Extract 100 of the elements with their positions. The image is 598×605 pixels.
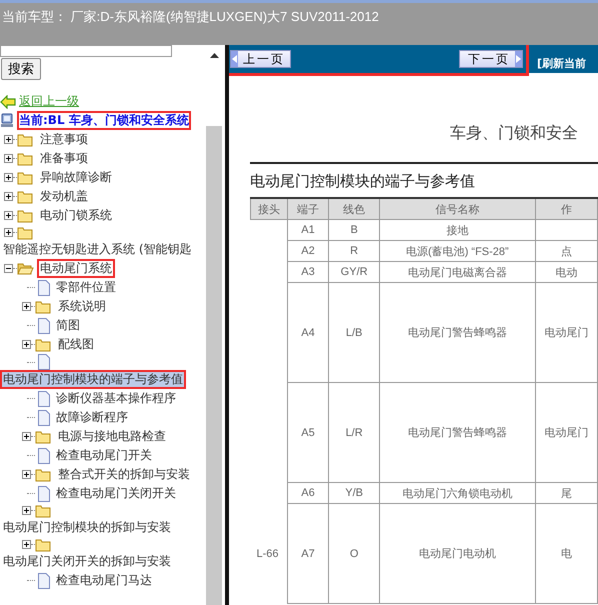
column-header: 信号名称 <box>379 198 536 220</box>
table-cell: A2 <box>287 240 329 262</box>
tree-item[interactable]: 电动尾门系统 <box>37 259 115 278</box>
expand-toggle[interactable] <box>4 154 13 163</box>
document-icon <box>37 318 50 334</box>
folder-icon <box>35 337 52 352</box>
table-cell: A7 <box>287 504 329 604</box>
table-cell: L/R <box>328 382 380 482</box>
table-cell: A5 <box>287 382 329 482</box>
table-cell: 电动尾门警告蜂鸣器 <box>379 382 536 482</box>
table-cell: 电动 <box>535 262 598 282</box>
table-cell: R <box>328 240 380 262</box>
expand-toggle[interactable] <box>4 135 13 144</box>
back-link[interactable]: 返回上一级 <box>19 94 79 109</box>
expand-toggle[interactable] <box>22 540 31 549</box>
table-cell: O <box>328 504 380 604</box>
tree-item[interactable]: 零部件位置 <box>53 278 119 297</box>
scroll-up-arrow-icon[interactable] <box>210 53 218 58</box>
table-cell: A6 <box>287 482 329 504</box>
tree-item[interactable]: 简图 <box>53 316 83 335</box>
table-cell <box>535 220 598 240</box>
folder-icon <box>35 467 52 482</box>
tree-item[interactable]: 故障诊断程序 <box>53 408 131 427</box>
tree-item[interactable]: 检查电动尾门马达 <box>53 571 155 590</box>
previous-page-button[interactable]: 上一页 <box>230 50 291 68</box>
table-cell: 电动尾门警告蜂鸣器 <box>379 282 536 382</box>
document-icon <box>37 354 50 370</box>
tree-item[interactable]: 电动尾门控制模块的拆卸与安装 <box>0 518 174 537</box>
search-field[interactable] <box>0 45 172 57</box>
table-cell: 电源(蓄电池) “FS-28” <box>379 240 536 262</box>
table-cell: 电动尾门 <box>535 282 598 382</box>
table-cell: A3 <box>287 262 329 282</box>
folder-icon <box>17 225 34 240</box>
tree-item[interactable]: 电动门锁系统 <box>37 206 115 225</box>
tree-item[interactable]: 注意事项 <box>37 130 91 149</box>
folder-icon <box>35 537 52 552</box>
table-cell: B <box>328 220 380 240</box>
table-cell: 电 <box>535 504 598 604</box>
document-icon <box>37 486 50 502</box>
tree-item[interactable]: 发动机盖 <box>37 187 91 206</box>
column-header: 接头 <box>250 198 288 220</box>
document-icon <box>37 448 50 464</box>
folder-icon <box>17 151 34 166</box>
document-icon <box>37 390 50 406</box>
expand-toggle[interactable] <box>22 302 31 311</box>
table-cell: 电动尾门电动机 <box>379 504 536 604</box>
table-cell: 电动尾门 <box>535 382 598 482</box>
tree-item[interactable]: 准备事项 <box>37 149 91 168</box>
section-title: 车身、门锁和安全 <box>450 123 579 144</box>
folder-icon <box>35 503 52 518</box>
table-cell: GY/R <box>328 262 380 282</box>
table-cell: 点 <box>535 240 598 262</box>
folder-icon <box>35 299 52 314</box>
tree-item[interactable]: 电动尾门关闭开关的拆卸与安装 <box>0 552 174 571</box>
tree-item[interactable]: 异响故障诊断 <box>37 168 115 187</box>
tree-item[interactable]: 整合式开关的拆卸与安装 <box>55 465 193 484</box>
tree-item[interactable]: 智能遥控无钥匙进入系统 (智能钥匙 <box>0 240 194 259</box>
table-cell: A1 <box>287 220 329 240</box>
expand-toggle[interactable] <box>4 264 13 273</box>
open-folder-icon <box>17 261 34 276</box>
car-model-label: 当前车型： 厂家:D-东风裕隆(纳智捷LUXGEN)大7 SUV2011-2012 <box>2 9 379 24</box>
expand-toggle[interactable] <box>22 340 31 349</box>
table-cell: 电动尾门六角锁电动机 <box>379 482 536 504</box>
column-header: 端子 <box>287 198 329 220</box>
tree-item[interactable]: 检查电动尾门开关 <box>53 446 155 465</box>
tree-item[interactable]: 电源与接地电路检查 <box>55 427 169 446</box>
expand-toggle[interactable] <box>22 470 31 479</box>
table-heading: 电动尾门控制模块的端子与参考值 <box>250 172 476 191</box>
tree-item[interactable]: 检查电动尾门关闭开关 <box>53 484 179 503</box>
current-section-label: 当前:BL 车身、门锁和安全系统 <box>17 111 191 130</box>
search-button[interactable]: 搜索 <box>1 58 41 80</box>
tree-item[interactable]: 电动尾门控制模块的端子与参考值 <box>0 370 186 389</box>
table-cell: 尾 <box>535 482 598 504</box>
next-page-button[interactable]: 下一页 <box>459 50 523 68</box>
expand-toggle[interactable] <box>22 506 31 515</box>
column-header: 作 <box>535 198 598 220</box>
refresh-link[interactable]: [刷新当前 <box>537 56 586 70</box>
expand-toggle[interactable] <box>4 192 13 201</box>
folder-icon <box>35 429 52 444</box>
tree-item[interactable]: 诊断仪器基本操作程序 <box>53 389 179 408</box>
table-cell: L/B <box>328 282 380 382</box>
folder-icon <box>17 132 34 147</box>
table-cell: Y/B <box>328 482 380 504</box>
expand-toggle[interactable] <box>4 228 13 237</box>
expand-toggle[interactable] <box>22 432 31 441</box>
table-cell: L-66 <box>250 504 288 604</box>
table-cell: 接地 <box>379 220 536 240</box>
folder-icon <box>17 208 34 223</box>
document-icon <box>37 410 50 426</box>
table-cell: A4 <box>287 282 329 382</box>
table-cell: 电动尾门电磁离合器 <box>379 262 536 282</box>
document-icon <box>37 280 50 296</box>
back-arrow-icon <box>0 94 16 108</box>
expand-toggle[interactable] <box>4 211 13 220</box>
tree-item[interactable]: 配线图 <box>55 335 97 354</box>
expand-toggle[interactable] <box>4 173 13 182</box>
folder-icon <box>17 170 34 185</box>
document-icon <box>37 572 50 588</box>
column-header: 线色 <box>328 198 380 220</box>
tree-item[interactable]: 系统说明 <box>55 297 109 316</box>
